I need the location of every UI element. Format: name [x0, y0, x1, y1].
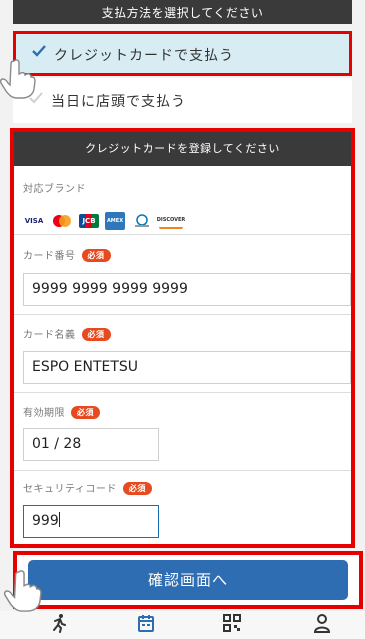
pointer-hand-icon [3, 568, 42, 618]
option-label: クレジットカードで支払う [54, 48, 234, 64]
required-badge: 必須 [81, 328, 111, 341]
brand-logos: VISA JCB AMEX DISCOVER [23, 212, 185, 230]
pointer-hand-icon [0, 58, 36, 104]
card-name-label: カード名義 必須 [23, 326, 111, 341]
amex-logo-icon: AMEX [105, 212, 125, 230]
payment-method-header: 支払方法を選択してください [13, 0, 352, 24]
mastercard-logo-icon [51, 214, 73, 228]
user-icon[interactable] [313, 613, 331, 637]
expiry-label: 有効期限 必須 [23, 404, 100, 419]
text-cursor [58, 512, 60, 527]
required-badge: 必須 [122, 482, 152, 495]
expiry-input[interactable]: 01 / 28 [23, 428, 159, 461]
option-label: 当日に店頭で支払う [51, 94, 186, 110]
card-number-label: カード番号 必須 [23, 247, 111, 262]
card-registration-section: クレジットカードを登録してください 対応ブランド VISA JCB AMEX D… [10, 128, 355, 548]
brands-label: 対応ブランド [23, 184, 86, 195]
card-form-header: クレジットカードを登録してください [14, 132, 351, 166]
required-badge: 必須 [81, 249, 111, 262]
option-credit-card[interactable]: クレジットカードで支払う [13, 31, 352, 76]
confirm-button[interactable]: 確認画面へ [28, 560, 348, 600]
run-icon[interactable] [50, 613, 68, 637]
confirm-button-highlight: 確認画面へ [13, 551, 363, 609]
option-pay-at-store[interactable]: 当日に店頭で支払う [13, 78, 352, 123]
calendar-icon[interactable] [137, 613, 155, 637]
bottom-nav [0, 611, 365, 639]
visa-logo-icon: VISA [24, 217, 44, 225]
security-code-input[interactable]: 999 [23, 505, 159, 538]
card-number-input[interactable]: 9999 9999 9999 9999 [23, 273, 351, 306]
qr-code-icon[interactable] [223, 613, 241, 637]
cvc-label: セキュリティコード 必須 [23, 480, 152, 495]
discover-logo-icon: DISCOVER [157, 213, 185, 229]
required-badge: 必須 [71, 406, 100, 419]
jcb-logo-icon: JCB [79, 214, 99, 228]
card-name-input[interactable]: ESPO ENTETSU [23, 351, 351, 384]
diners-logo-icon [131, 214, 153, 228]
